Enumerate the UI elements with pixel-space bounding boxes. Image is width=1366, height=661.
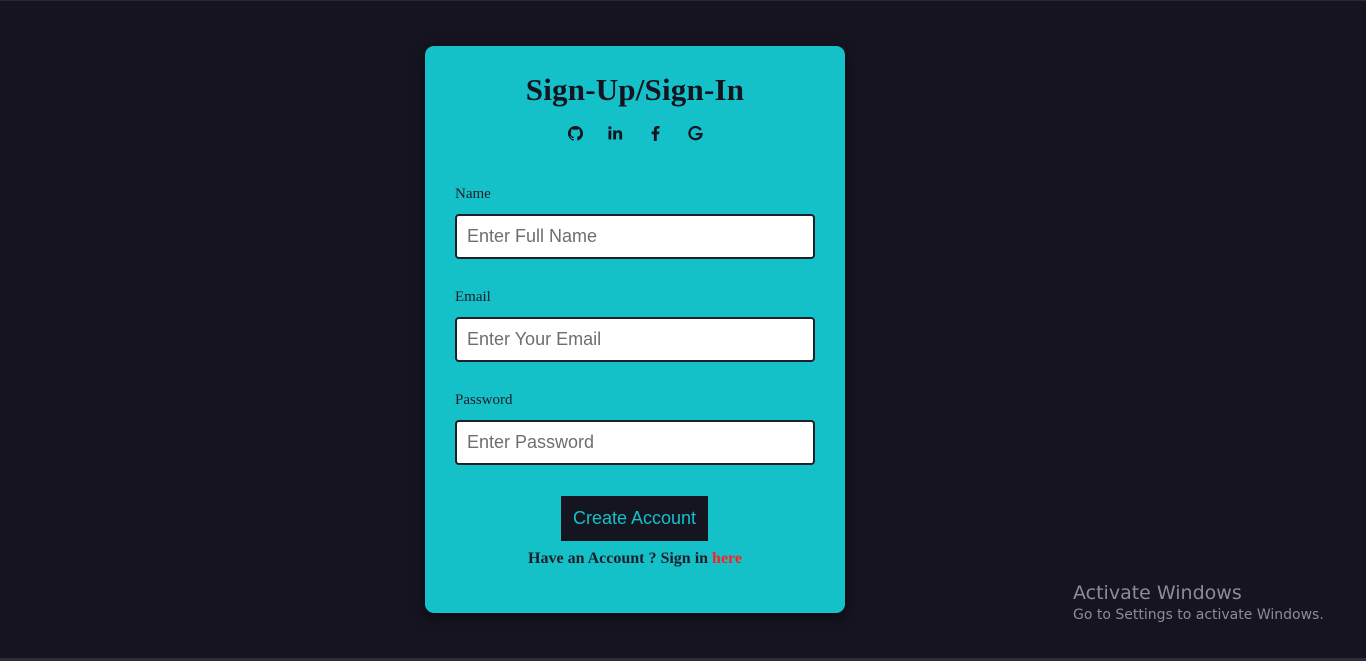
- page: Sign-Up/Sign-In Name Email Password Crea…: [0, 0, 1366, 661]
- watermark-subtitle: Go to Settings to activate Windows.: [1073, 607, 1324, 623]
- form-title: Sign-Up/Sign-In: [525, 72, 745, 107]
- social-icons: [425, 124, 845, 142]
- email-label: Email: [455, 289, 491, 305]
- linkedin-icon[interactable]: [606, 124, 624, 142]
- signin-here-link[interactable]: here: [712, 550, 742, 567]
- facebook-icon[interactable]: [646, 124, 664, 142]
- signin-prompt-text: Have an Account ? Sign in: [528, 550, 709, 567]
- password-input[interactable]: [455, 420, 815, 465]
- create-account-button[interactable]: Create Account: [561, 496, 708, 541]
- password-label: Password: [455, 392, 513, 408]
- github-icon[interactable]: [566, 124, 584, 142]
- signup-card: Sign-Up/Sign-In Name Email Password Crea…: [425, 46, 845, 613]
- activate-windows-watermark: Activate Windows Go to Settings to activ…: [1073, 581, 1324, 625]
- watermark-title: Activate Windows: [1073, 582, 1242, 604]
- name-input[interactable]: [455, 214, 815, 259]
- email-input[interactable]: [455, 317, 815, 362]
- signin-prompt-line: Have an Account ? Sign in here: [425, 550, 845, 568]
- google-icon[interactable]: [686, 124, 704, 142]
- name-label: Name: [455, 186, 491, 202]
